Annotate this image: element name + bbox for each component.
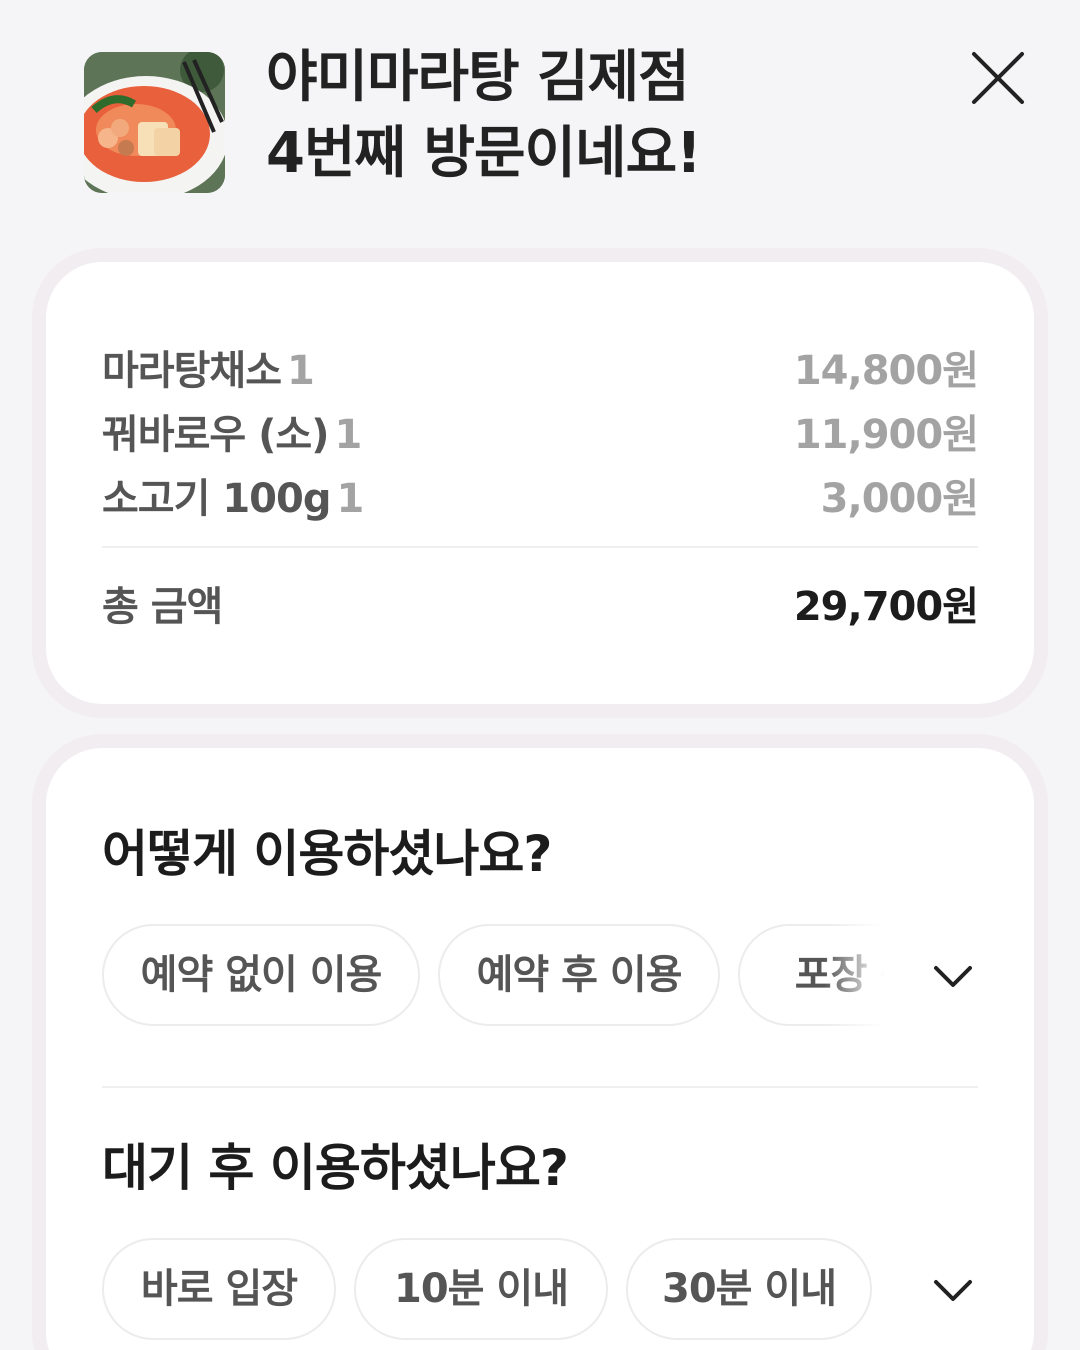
item-name: 꿔바로우 (소)	[102, 412, 329, 458]
receipt-item: 꿔바로우 (소) 1 11,900원	[102, 402, 979, 458]
option-immediate-entry[interactable]: 바로 입장	[102, 1238, 336, 1340]
total-amount: 29,700원	[793, 584, 979, 630]
mala-soup-photo-icon	[84, 52, 225, 193]
item-qty: 1	[287, 348, 315, 394]
close-icon	[972, 52, 1024, 104]
expand-usage-options-button[interactable]	[928, 952, 978, 1002]
item-qty: 1	[336, 476, 364, 522]
option-within-30-min[interactable]: 30분 이내	[626, 1238, 872, 1340]
wait-question: 대기 후 이용하셨나요?	[102, 1139, 569, 1197]
usage-question: 어떻게 이용하셨나요?	[102, 825, 552, 883]
page-title: 야미마라탕 김제점 4번째 방문이네요!	[266, 40, 702, 192]
store-name: 야미마라탕 김제점	[266, 45, 690, 110]
item-price: 11,900원	[793, 412, 979, 458]
option-no-reservation[interactable]: 예약 없이 이용	[102, 924, 420, 1026]
total-label: 총 금액	[102, 584, 223, 630]
review-sheet: 야미마라탕 김제점 4번째 방문이네요! 마라탕채소 1 14,800원 꿔바로우…	[0, 0, 1080, 1350]
header: 야미마라탕 김제점 4번째 방문이네요!	[0, 0, 1080, 230]
close-button[interactable]	[966, 46, 1030, 110]
chevron-down-icon	[934, 966, 972, 987]
divider	[102, 1086, 978, 1088]
chevron-down-icon	[934, 1280, 972, 1301]
item-price: 14,800원	[793, 348, 979, 394]
receipt-item: 마라탕채소 1 14,800원	[102, 338, 979, 394]
store-thumbnail	[84, 52, 225, 193]
expand-wait-options-button[interactable]	[928, 1266, 978, 1316]
option-takeout-delivery[interactable]: 포장・배	[738, 924, 884, 1026]
wait-options-scroller[interactable]: 바로 입장 10분 이내 30분 이내	[102, 1238, 884, 1344]
item-name: 소고기 100g	[102, 476, 331, 522]
item-price: 3,000원	[820, 476, 979, 522]
item-name: 마라탕채소	[102, 348, 282, 394]
usage-options-scroller[interactable]: 예약 없이 이용 예약 후 이용 포장・배	[102, 924, 884, 1030]
wait-options: 바로 입장 10분 이내 30분 이내	[102, 1238, 978, 1344]
item-qty: 1	[334, 412, 363, 458]
receipt-card: 마라탕채소 1 14,800원 꿔바로우 (소) 1 11,900원 소고기 100…	[46, 262, 1034, 704]
option-within-10-min[interactable]: 10분 이내	[354, 1238, 608, 1340]
survey-card: 어떻게 이용하셨나요? 예약 없이 이용 예약 후 이용 포장・배 대기 후 이…	[46, 748, 1034, 1350]
visit-count-message: 4번째 방문이네요!	[266, 121, 702, 186]
divider	[102, 546, 978, 548]
usage-options: 예약 없이 이용 예약 후 이용 포장・배	[102, 924, 978, 1030]
receipt-item: 소고기 100g 1 3,000원	[102, 466, 979, 522]
option-with-reservation[interactable]: 예약 후 이용	[438, 924, 720, 1026]
